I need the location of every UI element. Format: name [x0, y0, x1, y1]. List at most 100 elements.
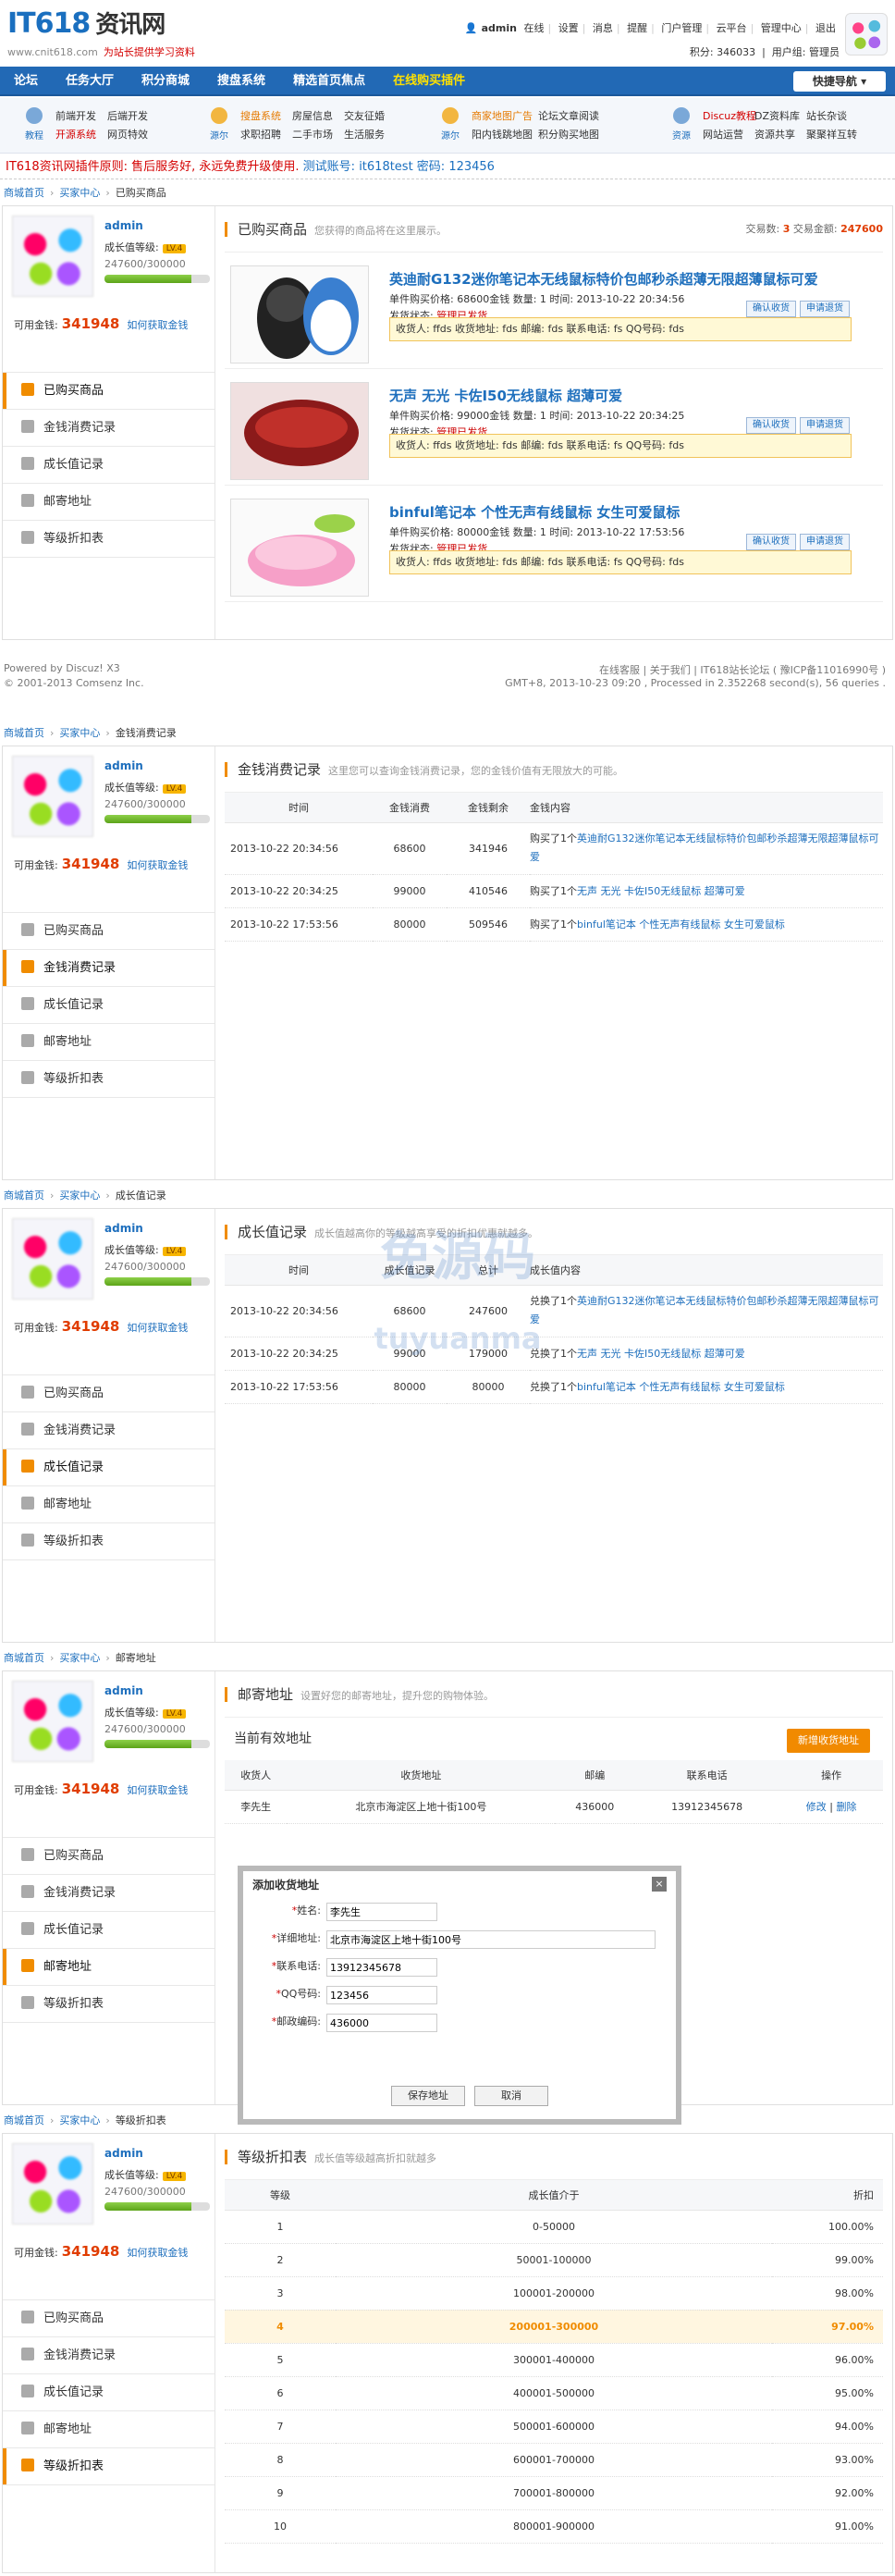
profile-name[interactable]: admin — [104, 219, 143, 232]
sidebar-item-purchased[interactable]: 已购买商品 — [3, 913, 215, 950]
item-link[interactable]: 英迪耐G132迷你笔记本无线鼠标特价包邮秒杀超薄无限超薄鼠标可爱 — [530, 1295, 879, 1325]
crumb-home[interactable]: 商城首页 — [4, 1189, 44, 1202]
sidebar-item-discount[interactable]: 等级折扣表 — [3, 521, 215, 558]
money-help-link[interactable]: 如何获取金钱 — [127, 2247, 188, 2259]
tutorial-icon[interactable]: 教程 — [18, 105, 50, 142]
item-link[interactable]: 英迪耐G132迷你笔记本无线鼠标特价包邮秒杀超薄无限超薄鼠标可爱 — [530, 832, 879, 863]
subnav-link[interactable]: 房屋信息 — [292, 107, 344, 126]
points-link[interactable]: 积分: 346033 — [690, 46, 755, 58]
subnav-link[interactable]: DZ资料库 — [754, 107, 806, 126]
add-address-button[interactable]: 新增收货地址 — [787, 1729, 870, 1753]
crumb-home[interactable]: 商城首页 — [4, 727, 44, 739]
sidebar-item-discount[interactable]: 等级折扣表 — [3, 2448, 215, 2485]
confirm-receipt-button[interactable]: 确认收货 — [746, 301, 796, 317]
money-help-link[interactable]: 如何获取金钱 — [127, 859, 188, 871]
sidebar-item-growth[interactable]: 成长值记录 — [3, 447, 215, 484]
footer-links[interactable]: 在线客服 | 关于我们 | IT618站长论坛 ( 豫ICP备11016990号… — [599, 662, 886, 677]
return-request-button[interactable]: 申请退货 — [800, 534, 850, 550]
subnav-link[interactable]: 开源系统 — [55, 126, 107, 144]
profile-name[interactable]: admin — [104, 759, 143, 772]
name-field[interactable] — [326, 1903, 437, 1921]
product-image[interactable] — [230, 382, 369, 480]
product-image[interactable] — [230, 499, 369, 597]
crumb-center[interactable]: 买家中心 — [59, 1652, 100, 1664]
money-help-link[interactable]: 如何获取金钱 — [127, 1322, 188, 1334]
cloud-platform-link[interactable]: 云平台 — [717, 22, 747, 34]
crumb-center[interactable]: 买家中心 — [59, 727, 100, 739]
sidebar-item-growth[interactable]: 成长值记录 — [3, 1912, 215, 1949]
logout-link[interactable]: 退出 — [815, 22, 836, 34]
nav-item-buy-plugins[interactable]: 在线购买插件 — [379, 67, 479, 96]
product-image[interactable] — [230, 265, 369, 364]
address-field[interactable] — [326, 1930, 656, 1949]
sidebar-item-money[interactable]: 金钱消费记录 — [3, 1875, 215, 1912]
subnav-link[interactable]: 论坛文章阅读 — [538, 107, 605, 126]
sidebar-item-address[interactable]: 邮寄地址 — [3, 2411, 215, 2448]
subnav-link[interactable]: 聚聚祥互转 — [806, 126, 858, 144]
resources-icon[interactable]: 资源 — [666, 105, 697, 142]
sidebar-item-money[interactable]: 金钱消费记录 — [3, 2337, 215, 2374]
sidebar-item-purchased[interactable]: 已购买商品 — [3, 2300, 215, 2337]
save-address-button[interactable]: 保存地址 — [391, 2086, 465, 2106]
subnav-link[interactable]: 求职招聘 — [240, 126, 292, 144]
profile-name[interactable]: admin — [104, 1222, 143, 1235]
avatar[interactable] — [12, 216, 93, 297]
profile-name[interactable]: admin — [104, 2147, 143, 2160]
avatar[interactable] — [845, 13, 888, 55]
product-title[interactable]: 无声 无光 卡佐I50无线鼠标 超薄可爱 — [389, 386, 622, 405]
site-logo[interactable]: IT618 资讯网 — [7, 6, 166, 40]
subnav-link[interactable]: 搜盘系统 — [240, 107, 292, 126]
crumb-home[interactable]: 商城首页 — [4, 2114, 44, 2126]
quick-nav-button[interactable]: 快捷导航 ▾ — [793, 71, 886, 92]
sidebar-item-growth[interactable]: 成长值记录 — [3, 2374, 215, 2411]
qq-field[interactable] — [326, 1986, 437, 2004]
item-link[interactable]: 无声 无光 卡佐I50无线鼠标 超薄可爱 — [577, 885, 745, 897]
item-link[interactable]: binful笔记本 个性无声有线鼠标 女生可爱鼠标 — [577, 1381, 785, 1393]
money-help-link[interactable]: 如何获取金钱 — [127, 1784, 188, 1796]
subnav-link[interactable]: 后端开发 — [107, 107, 159, 126]
username-link[interactable]: admin — [482, 22, 517, 34]
crumb-center[interactable]: 买家中心 — [59, 2114, 100, 2126]
close-icon[interactable]: × — [652, 1877, 667, 1892]
reminders-link[interactable]: 提醒 — [627, 22, 647, 34]
confirm-receipt-button[interactable]: 确认收货 — [746, 417, 796, 434]
subnav-link[interactable]: 前端开发 — [55, 107, 107, 126]
subnav-link[interactable]: 积分购买地图 — [538, 126, 605, 144]
subnav-link[interactable]: 阳内钱跳地图 — [472, 126, 538, 144]
return-request-button[interactable]: 申请退货 — [800, 417, 850, 434]
sidebar-item-growth[interactable]: 成长值记录 — [3, 1449, 215, 1486]
subnav-link[interactable]: 站长杂谈 — [806, 107, 858, 126]
subnav-link[interactable]: 交友征婚 — [344, 107, 396, 126]
sidebar-item-money[interactable]: 金钱消费记录 — [3, 1412, 215, 1449]
online-status[interactable]: 在线 — [523, 22, 544, 34]
item-link[interactable]: binful笔记本 个性无声有线鼠标 女生可爱鼠标 — [577, 918, 785, 931]
cancel-button[interactable]: 取消 — [474, 2086, 548, 2106]
sidebar-item-purchased[interactable]: 已购买商品 — [3, 373, 215, 410]
edit-link[interactable]: 修改 — [806, 1801, 827, 1813]
nav-item-shop[interactable]: 积分商城 — [128, 67, 203, 96]
nav-item-forum[interactable]: 论坛 — [0, 67, 52, 96]
item-link[interactable]: 无声 无光 卡佐I50无线鼠标 超薄可爱 — [577, 1348, 745, 1360]
sidebar-item-money[interactable]: 金钱消费记录 — [3, 950, 215, 987]
money-help-link[interactable]: 如何获取金钱 — [127, 319, 188, 331]
subnav-link[interactable]: 网站运营 — [703, 126, 754, 144]
sidebar-item-purchased[interactable]: 已购买商品 — [3, 1838, 215, 1875]
profile-name[interactable]: admin — [104, 1684, 143, 1697]
delete-link[interactable]: 删除 — [836, 1801, 856, 1813]
avatar[interactable] — [12, 2143, 93, 2225]
sidebar-item-discount[interactable]: 等级折扣表 — [3, 1061, 215, 1098]
sidebar-item-address[interactable]: 邮寄地址 — [3, 1486, 215, 1523]
sidebar-item-address[interactable]: 邮寄地址 — [3, 1949, 215, 1986]
product-title[interactable]: binful笔记本 个性无声有线鼠标 女生可爱鼠标 — [389, 502, 680, 522]
subnav-link[interactable]: 网页特效 — [107, 126, 159, 144]
zip-field[interactable] — [326, 2014, 437, 2032]
subnav-link[interactable]: Discuz教程 — [703, 107, 756, 126]
demo-icon[interactable]: 源尔 — [203, 105, 235, 142]
nav-item-focus[interactable]: 精选首页焦点 — [279, 67, 379, 96]
subnav-link[interactable]: 资源共享 — [754, 126, 806, 144]
subnav-link[interactable]: 生活服务 — [344, 126, 396, 144]
crumb-home[interactable]: 商城首页 — [4, 187, 44, 199]
sidebar-item-growth[interactable]: 成长值记录 — [3, 987, 215, 1024]
avatar[interactable] — [12, 1218, 93, 1300]
nav-item-tasks[interactable]: 任务大厅 — [52, 67, 128, 96]
